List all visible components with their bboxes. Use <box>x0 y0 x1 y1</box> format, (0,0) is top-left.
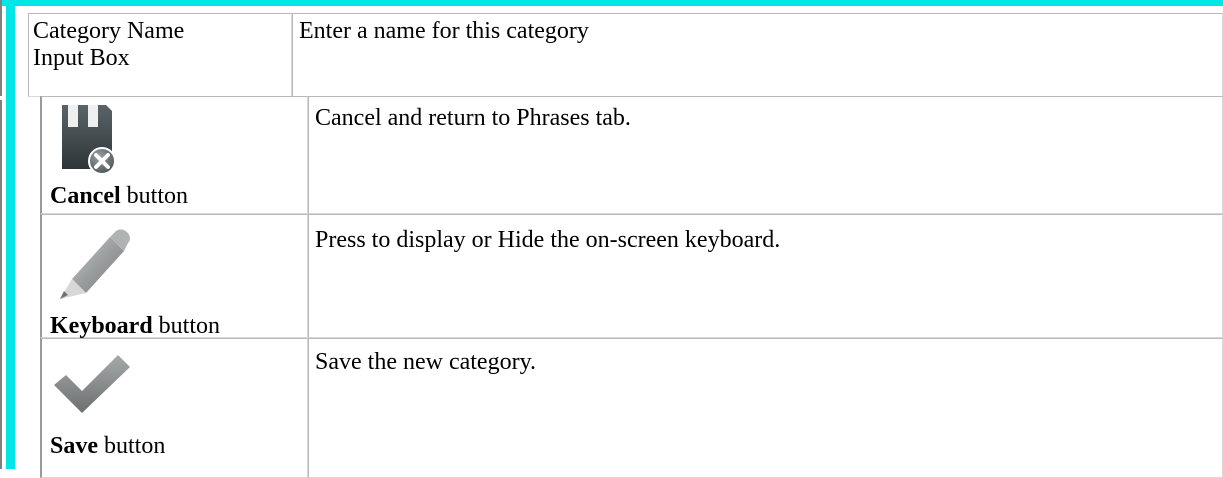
save-button-label: Save button <box>50 433 166 459</box>
category-name-label-line1: Category Name <box>33 18 185 44</box>
table-cell-description: Save the new category. <box>308 338 1223 478</box>
table-cell-label: Save button <box>40 338 308 478</box>
cancel-button-label: Cancel button <box>50 183 188 209</box>
table-cell-label: Keyboard button <box>40 214 308 339</box>
save-button-description: Save the new category. <box>315 349 537 375</box>
table-cell-label: Cancel button <box>40 96 308 214</box>
pencil-icon <box>60 229 130 299</box>
table-cell-description: Enter a name for this category <box>292 13 1223 97</box>
left-rule <box>0 0 2 96</box>
accent-bar-left <box>6 0 15 469</box>
checkmark-icon <box>54 355 130 413</box>
left-rule <box>0 100 2 469</box>
cancel-button-description: Cancel and return to Phrases tab. <box>315 105 631 131</box>
table-cell-label: Category Name Input Box <box>28 13 292 97</box>
keyboard-button-description: Press to display or Hide the on-screen k… <box>315 227 781 253</box>
accent-bar-top <box>0 0 1223 6</box>
keyboard-button-label: Keyboard button <box>50 313 221 339</box>
category-name-description: Enter a name for this category <box>299 18 589 44</box>
table-cell-description: Cancel and return to Phrases tab. <box>308 96 1223 214</box>
category-name-label-line2: Input Box <box>33 45 130 71</box>
save-cancel-icon <box>62 105 116 175</box>
table-cell-description: Press to display or Hide the on-screen k… <box>308 214 1223 338</box>
